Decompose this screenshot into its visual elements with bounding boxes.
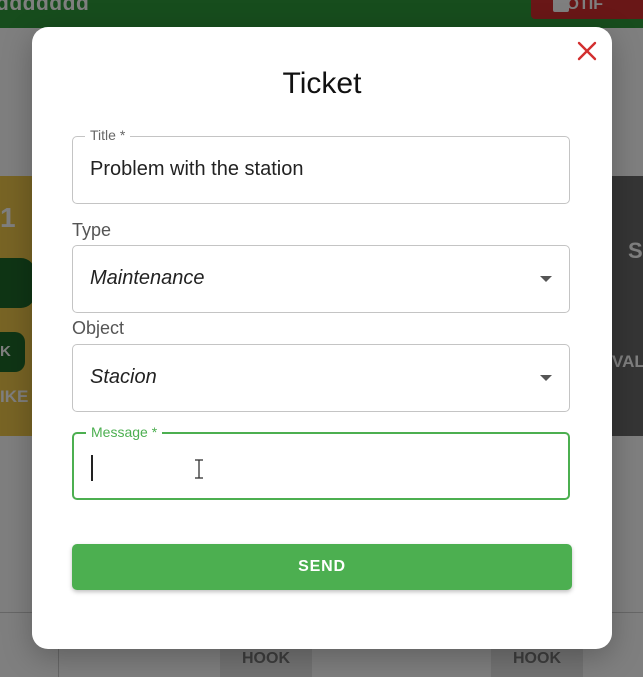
type-select[interactable]: Maintenance [72, 245, 570, 313]
ticket-dialog: Ticket Title * Problem with the station … [32, 27, 612, 649]
send-button[interactable]: SEND [72, 544, 572, 590]
ibeam-cursor-icon [195, 459, 203, 479]
object-select[interactable]: Stacion [72, 344, 570, 412]
title-field-value: Problem with the station [90, 158, 304, 180]
text-caret [91, 455, 93, 481]
message-field[interactable]: Message * [72, 424, 570, 500]
close-icon [577, 41, 597, 61]
type-select-value: Maintenance [90, 267, 205, 289]
dropdown-arrow-icon [540, 375, 552, 381]
type-label: Type [72, 220, 112, 240]
close-button[interactable] [576, 40, 598, 62]
dropdown-arrow-icon [540, 276, 552, 282]
object-label: Object [72, 318, 125, 338]
title-field[interactable]: Title * Problem with the station [72, 127, 570, 204]
dialog-title: Ticket [282, 67, 362, 100]
object-select-value: Stacion [90, 366, 157, 388]
message-field-label: Message * [86, 424, 163, 440]
title-field-label: Title * [85, 127, 131, 143]
